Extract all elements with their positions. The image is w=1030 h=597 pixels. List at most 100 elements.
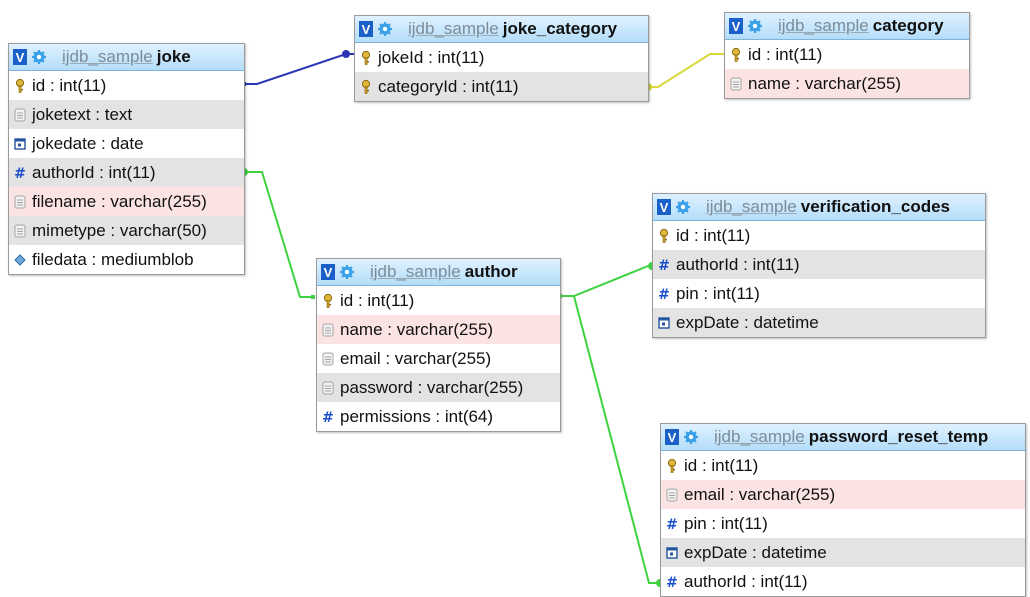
v-toggle-button[interactable]: V (665, 429, 679, 445)
column-row[interactable]: name : varchar(255) (317, 315, 560, 344)
settings-gear-icon[interactable] (676, 200, 690, 214)
schema-name[interactable]: ijdb_sample (62, 47, 153, 67)
table-name: verification_codes (800, 197, 951, 216)
column-label: email : varchar(255) (340, 348, 492, 368)
column-row[interactable]: id : int(11) (653, 221, 985, 250)
column-label: expDate : datetime (676, 312, 819, 332)
number-field-icon: # (9, 166, 31, 180)
column-label: id : int(11) (340, 290, 415, 310)
table-header[interactable]: Vijdb_sample category (725, 13, 969, 40)
key-icon (355, 79, 377, 95)
svg-text:#: # (666, 517, 678, 531)
column-label: permissions : int(64) (340, 406, 494, 426)
table-header[interactable]: Vijdb_sample joke (9, 44, 244, 71)
schema-name[interactable]: ijdb_sample (778, 16, 869, 36)
key-icon (725, 47, 747, 63)
settings-gear-icon[interactable] (378, 22, 392, 36)
table-joke[interactable]: Vijdb_sample joke id : int(11) joketext : t… (8, 43, 245, 275)
column-label: filedata : mediumblob (32, 249, 194, 269)
column-label: id : int(11) (684, 455, 759, 475)
settings-gear-icon[interactable] (340, 265, 354, 279)
table-header[interactable]: Vijdb_sample joke_category (355, 16, 648, 43)
column-row[interactable]: password : varchar(255) (317, 373, 560, 402)
column-label: categoryId : int(11) (378, 76, 519, 96)
number-field-icon: # (653, 258, 675, 272)
column-row[interactable]: # permissions : int(64) (317, 402, 560, 431)
text-field-icon (9, 224, 31, 238)
column-row[interactable]: jokedate : date (9, 129, 244, 158)
v-toggle-button[interactable]: V (657, 199, 671, 215)
column-row[interactable]: expDate : datetime (653, 308, 985, 337)
column-label: email : varchar(255) (684, 484, 836, 504)
v-toggle-button[interactable]: V (359, 21, 373, 37)
column-label: password : varchar(255) (340, 377, 524, 397)
column-label: pin : int(11) (676, 283, 760, 303)
number-field-icon: # (653, 287, 675, 301)
column-row[interactable]: filename : varchar(255) (9, 187, 244, 216)
text-field-icon (661, 488, 683, 502)
column-row[interactable]: id : int(11) (9, 71, 244, 100)
svg-text:#: # (658, 287, 670, 301)
table-joke-category[interactable]: Vijdb_sample joke_category jokeId : int(11… (354, 15, 649, 102)
svg-text:#: # (666, 575, 678, 589)
column-label: mimetype : varchar(50) (32, 220, 207, 240)
column-label: id : int(11) (748, 44, 823, 64)
column-row[interactable]: jokeId : int(11) (355, 43, 648, 72)
table-name: password_reset_temp (808, 427, 989, 446)
column-row[interactable]: email : varchar(255) (661, 480, 1025, 509)
table-header[interactable]: Vijdb_sample author (317, 259, 560, 286)
column-row[interactable]: # authorId : int(11) (653, 250, 985, 279)
table-name: joke (156, 47, 191, 66)
text-field-icon (317, 381, 339, 395)
table-author[interactable]: Vijdb_sample authorid : int(11) name : var… (316, 258, 561, 432)
svg-text:#: # (322, 410, 334, 424)
column-row[interactable]: expDate : datetime (661, 538, 1025, 567)
table-category[interactable]: Vijdb_sample category id : int(11) name : v… (724, 12, 970, 99)
column-row[interactable]: # pin : int(11) (661, 509, 1025, 538)
v-toggle-button[interactable]: V (13, 49, 27, 65)
schema-name[interactable]: ijdb_sample (706, 197, 797, 217)
column-row[interactable]: email : varchar(255) (317, 344, 560, 373)
number-field-icon: # (661, 575, 683, 589)
column-row[interactable]: name : varchar(255) (725, 69, 969, 98)
column-label: expDate : datetime (684, 542, 827, 562)
column-row[interactable]: filedata : mediumblob (9, 245, 244, 274)
settings-gear-icon[interactable] (684, 430, 698, 444)
settings-gear-icon[interactable] (32, 50, 46, 64)
column-row[interactable]: id : int(11) (661, 451, 1025, 480)
text-field-icon (725, 77, 747, 91)
column-label: id : int(11) (32, 75, 107, 95)
table-name: category (872, 16, 944, 35)
column-row[interactable]: id : int(11) (317, 286, 560, 315)
svg-text:#: # (658, 258, 670, 272)
column-row[interactable]: # authorId : int(11) (661, 567, 1025, 596)
column-row[interactable]: # pin : int(11) (653, 279, 985, 308)
column-row[interactable]: # authorId : int(11) (9, 158, 244, 187)
table-verification-codes[interactable]: Vijdb_sample verification_codes id : int(1… (652, 193, 986, 338)
table-password-reset-temp[interactable]: Vijdb_sample password_reset_tempid : int(… (660, 423, 1026, 597)
text-field-icon (9, 108, 31, 122)
column-label: pin : int(11) (684, 513, 768, 533)
text-field-icon (317, 352, 339, 366)
relation-endpoint (342, 50, 350, 58)
table-header[interactable]: Vijdb_sample verification_codes (653, 194, 985, 221)
settings-gear-icon[interactable] (748, 19, 762, 33)
schema-name[interactable]: ijdb_sample (714, 427, 805, 447)
column-label: joketext : text (32, 104, 133, 124)
schema-name[interactable]: ijdb_sample (408, 19, 499, 39)
column-row[interactable]: categoryId : int(11) (355, 72, 648, 101)
table-header[interactable]: Vijdb_sample password_reset_temp (661, 424, 1025, 451)
column-row[interactable]: id : int(11) (725, 40, 969, 69)
schema-name[interactable]: ijdb_sample (370, 262, 461, 282)
key-icon (9, 78, 31, 94)
key-icon (661, 458, 683, 474)
v-toggle-button[interactable]: V (321, 264, 335, 280)
key-icon (653, 228, 675, 244)
relation-line (560, 295, 660, 584)
text-field-icon (9, 195, 31, 209)
column-row[interactable]: mimetype : varchar(50) (9, 216, 244, 245)
column-row[interactable]: joketext : text (9, 100, 244, 129)
number-field-icon: # (661, 517, 683, 531)
table-name: joke_category (502, 19, 618, 38)
v-toggle-button[interactable]: V (729, 18, 743, 34)
